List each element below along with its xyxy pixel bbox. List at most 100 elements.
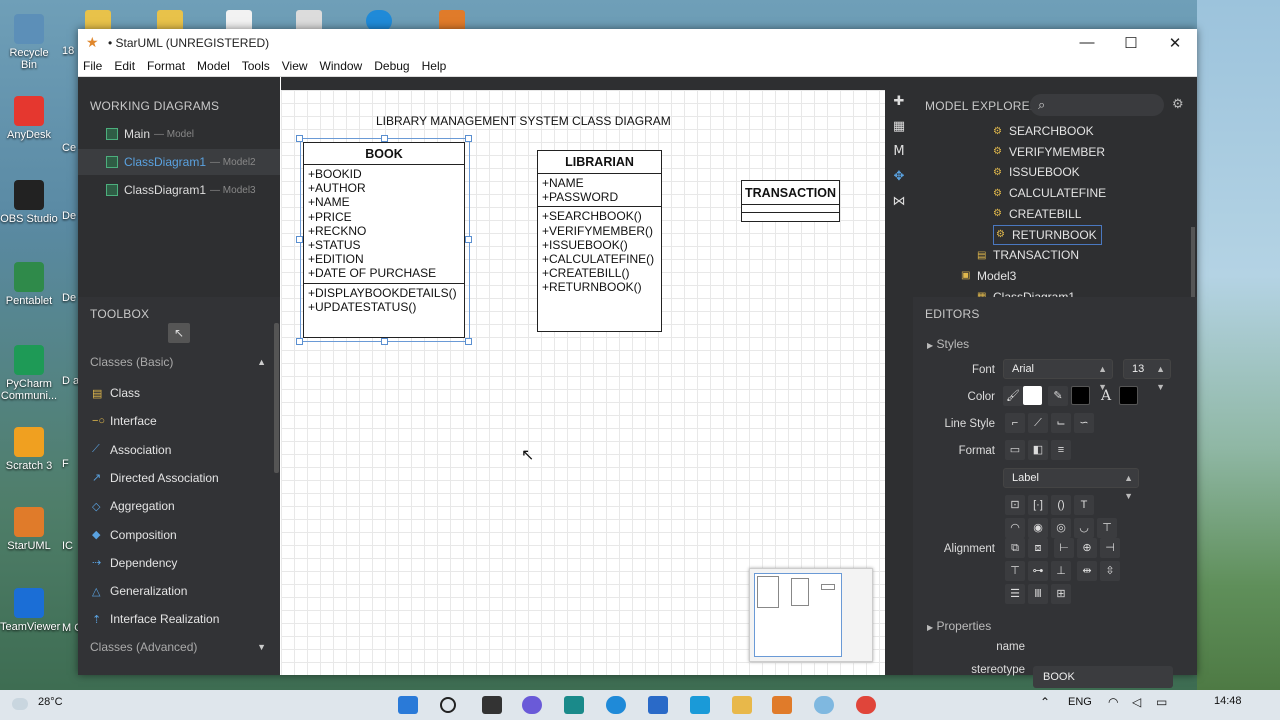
same-width-icon[interactable]: Ⅲ (1028, 584, 1048, 604)
suppress-icon[interactable]: ⊡ (1005, 495, 1025, 515)
diagram-canvas[interactable]: LIBRARY MANAGEMENT SYSTEM CLASS DIAGRAM … (281, 90, 885, 675)
align-top-icon[interactable]: ⊤ (1005, 561, 1025, 581)
resize-handle[interactable] (296, 135, 303, 142)
toolbox-item-directed-association[interactable]: ↗ Directed Association (78, 465, 274, 491)
navigator-icon[interactable]: ✥ (891, 169, 907, 185)
toolbox-item-association[interactable]: ⟋ Association (78, 437, 274, 463)
file-explorer-icon[interactable] (732, 696, 752, 714)
wifi-icon[interactable]: ◠ (1108, 695, 1118, 709)
desktop-icon-scratch-3[interactable]: Scratch 3 (0, 427, 58, 472)
gear-icon[interactable]: ⚙ (1172, 96, 1184, 112)
resize-handle[interactable] (465, 338, 472, 345)
model-tree-item[interactable]: ⚙ CALCULATEFINE (993, 183, 1106, 203)
menu-view[interactable]: View (282, 59, 308, 73)
class-member[interactable]: +RECKNO (308, 224, 460, 238)
line-color-swatch[interactable] (1071, 386, 1090, 405)
language-indicator[interactable]: ENG (1068, 696, 1092, 708)
resize-handle[interactable] (381, 338, 388, 345)
maximize-button[interactable]: ☐ (1109, 34, 1153, 52)
desktop-icon-obs-studio[interactable]: OBS Studio (0, 180, 58, 225)
fill-color-icon[interactable]: 🖌 (1003, 386, 1023, 406)
font-color-swatch[interactable] (1119, 386, 1138, 405)
model-explorer-scrollbar[interactable] (1191, 227, 1195, 297)
property-icon[interactable]: ◡ (1074, 518, 1094, 538)
styles-section[interactable]: ▶ Styles (927, 337, 969, 351)
store-icon[interactable] (648, 696, 668, 714)
toolbox-item-interface[interactable]: −○ Interface (78, 408, 274, 434)
menu-model[interactable]: Model (197, 59, 230, 73)
stereotype-icon[interactable]: ◉ (1028, 518, 1048, 538)
desktop-icon-pentablet[interactable]: Pentablet (0, 262, 58, 307)
class-member[interactable]: +DISPLAYBOOKDETAILS() (308, 286, 460, 300)
operation-sig-icon[interactable]: ⊤ (1097, 518, 1117, 538)
resize-handle[interactable] (381, 135, 388, 142)
align-bottom-icon[interactable]: ⊥ (1051, 561, 1071, 581)
class-member[interactable]: +VERIFYMEMBER() (542, 224, 657, 238)
extension-icon[interactable]: ✚ (891, 94, 907, 110)
model-tree-item[interactable]: ▣ Model3 (961, 266, 1016, 286)
align-middle-icon[interactable]: ⊶ (1028, 561, 1048, 581)
toolbox-scrollbar[interactable] (274, 323, 279, 473)
desktop-icon-staruml[interactable]: StarUML (0, 507, 58, 552)
class-member[interactable]: +PASSWORD (542, 190, 657, 204)
chrome-icon[interactable] (856, 696, 876, 714)
class-librarian[interactable]: LIBRARIAN +NAME +PASSWORD +SEARCHBOOK() +V… (537, 150, 662, 332)
start-icon[interactable] (398, 696, 418, 714)
line-color-icon[interactable]: ✎ (1048, 386, 1068, 406)
resize-handle[interactable] (465, 236, 472, 243)
auto-resize-icon[interactable]: ▭ (1005, 440, 1025, 460)
properties-section[interactable]: ▶ Properties (927, 619, 991, 633)
line-style-curve-icon[interactable]: ∽ (1074, 413, 1094, 433)
search-icon[interactable] (440, 697, 456, 713)
class-member[interactable]: +PRICE (308, 210, 460, 224)
fill-color-swatch[interactable] (1023, 386, 1042, 405)
menu-window[interactable]: Window (320, 59, 363, 73)
class-member[interactable]: +NAME (542, 176, 657, 190)
class-member[interactable]: +NAME (308, 195, 460, 209)
model-tree-item[interactable]: ⚙ SEARCHBOOK (993, 121, 1094, 141)
model-tree-item[interactable]: ⚙ ISSUEBOOK (993, 162, 1080, 182)
menu-edit[interactable]: Edit (114, 59, 135, 73)
word-wrap-icon[interactable]: ≡ (1051, 440, 1071, 460)
chevron-up-icon[interactable]: ⌃ (1040, 695, 1050, 709)
class-member[interactable]: +DATE OF PURCHASE (308, 266, 460, 280)
task-view-icon[interactable] (482, 696, 502, 714)
working-diagram-classdiagram1-model2[interactable]: ClassDiagram1 — Model2 (78, 149, 280, 175)
clock-time[interactable]: 14:48 (1214, 695, 1242, 707)
align-right-icon[interactable]: ⊣ (1100, 538, 1120, 558)
class-member[interactable]: +UPDATESTATUS() (308, 300, 460, 314)
teams-icon[interactable] (522, 696, 542, 714)
font-color-icon[interactable]: A (1096, 386, 1116, 406)
working-diagram-main[interactable]: Main — Model (78, 121, 280, 147)
visibility-icon[interactable]: ◠ (1005, 518, 1025, 538)
class-member[interactable]: +BOOKID (308, 167, 460, 181)
model-search-input[interactable]: ⌕ (1030, 94, 1164, 116)
show-attr-icon[interactable]: [·] (1028, 495, 1048, 515)
minimap-viewport[interactable] (754, 573, 842, 657)
class-member[interactable]: +CALCULATEFINE() (542, 252, 657, 266)
resize-handle[interactable] (296, 236, 303, 243)
show-type-icon[interactable]: T (1074, 495, 1094, 515)
menu-debug[interactable]: Debug (374, 59, 409, 73)
toolbox-section-advanced[interactable]: Classes (Advanced) ▼ (78, 636, 274, 658)
font-family-select[interactable]: Arial ▲ ▼ (1003, 359, 1113, 392)
share-icon[interactable]: ⋈ (891, 194, 907, 210)
app-icon[interactable] (564, 696, 584, 714)
edge-icon[interactable] (606, 696, 626, 714)
send-back-icon[interactable]: ⧈ (1028, 538, 1048, 558)
show-ops-icon[interactable]: () (1051, 495, 1071, 515)
desktop-icon-teamviewer[interactable]: TeamViewer (0, 588, 60, 633)
menu-file[interactable]: File (83, 59, 102, 73)
menu-format[interactable]: Format (147, 59, 185, 73)
toolbox-item-generalization[interactable]: △ Generalization (78, 578, 274, 604)
markdown-icon[interactable]: M (891, 144, 907, 160)
toolbox-item-aggregation[interactable]: ◇ Aggregation (78, 493, 274, 519)
class-member[interactable]: +AUTHOR (308, 181, 460, 195)
layout-icon[interactable]: ▦ (891, 119, 907, 135)
menu-tools[interactable]: Tools (242, 59, 270, 73)
align-left-icon[interactable]: ⊢ (1054, 538, 1074, 558)
model-tree-item[interactable]: ⚙ VERIFYMEMBER (993, 142, 1105, 162)
line-style-rectilinear-icon[interactable]: ⌐ (1005, 413, 1025, 433)
desktop-icon-pycharm-communi-[interactable]: PyCharm Communi... (0, 345, 58, 402)
font-size-select[interactable]: 13 ▲ ▼ (1123, 359, 1171, 392)
